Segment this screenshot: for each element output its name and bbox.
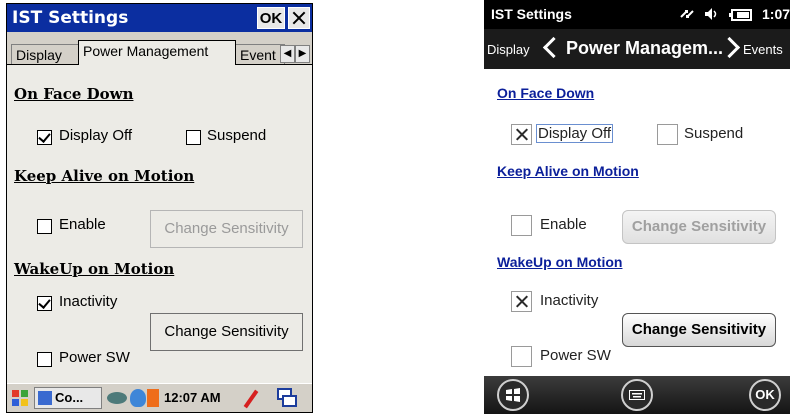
ok-button[interactable]: OK — [257, 7, 285, 29]
section-on-face-down: On Face Down — [14, 85, 134, 103]
app-icon — [38, 391, 52, 405]
inactivity-label: Inactivity — [540, 292, 599, 309]
section-on-face-down: On Face Down — [497, 85, 595, 101]
start-flag-icon[interactable] — [10, 388, 30, 408]
enable-checkbox[interactable] — [511, 215, 532, 236]
enable-label: Enable — [59, 216, 106, 233]
taskbar: Co... 12:07 AM — [7, 383, 312, 412]
tab-events[interactable]: Events — [743, 42, 783, 57]
scroll-right-icon[interactable]: ▶ — [295, 45, 310, 63]
suspend-checkbox[interactable] — [186, 130, 201, 145]
taskbar-app-button[interactable]: Co... — [34, 387, 102, 409]
ce-settings-window: IST Settings OK Display Power Management… — [6, 3, 313, 413]
status-clock: 1:07 — [762, 6, 790, 22]
power-sw-label: Power SW — [540, 347, 611, 364]
status-bar: IST Settings 1:07 — [484, 0, 790, 29]
change-sensitivity-keep-alive-button[interactable]: Change Sensitivity — [150, 210, 303, 248]
tab-power-management[interactable]: Power Management — [78, 40, 236, 65]
inactivity-checkbox[interactable] — [37, 296, 52, 311]
display-off-checkbox[interactable] — [37, 130, 52, 145]
data-connection-icon — [679, 7, 695, 21]
battery-power-icon[interactable] — [147, 389, 159, 407]
suspend-label: Suspend — [684, 125, 744, 142]
tab-display[interactable]: Display — [487, 42, 530, 57]
connection-icon[interactable] — [107, 392, 127, 404]
volume-icon — [704, 7, 720, 21]
section-keep-alive-on-motion: Keep Alive on Motion — [497, 163, 639, 179]
section-wakeup-on-motion: WakeUp on Motion — [497, 254, 623, 270]
change-sensitivity-wakeup-button[interactable]: Change Sensitivity — [150, 313, 303, 351]
display-off-label: Display Off — [59, 127, 133, 144]
close-icon[interactable] — [288, 7, 310, 29]
taskbar-clock[interactable]: 12:07 AM — [164, 390, 221, 405]
tab-power-management: Power Managem... — [566, 38, 724, 58]
section-wakeup-on-motion: WakeUp on Motion — [14, 260, 175, 278]
title-bar: IST Settings OK — [7, 4, 312, 32]
change-sensitivity-keep-alive-button[interactable]: Change Sensitivity — [622, 210, 776, 244]
desktop-windows-icon[interactable] — [277, 388, 297, 408]
enable-checkbox[interactable] — [37, 219, 52, 234]
display-off-checkbox[interactable] — [511, 124, 532, 145]
pen-input-icon[interactable] — [243, 389, 259, 409]
suspend-checkbox[interactable] — [657, 124, 678, 145]
inactivity-label: Inactivity — [59, 293, 118, 310]
taskbar-app-label: Co... — [55, 390, 84, 405]
wm-settings-screen: IST Settings 1:07 Display Power Managem.… — [484, 0, 790, 414]
soft-key-bar: OK — [484, 376, 790, 414]
suspend-label: Suspend — [207, 127, 267, 144]
power-sw-label: Power SW — [59, 349, 130, 366]
start-windows-icon[interactable] — [497, 379, 529, 411]
chevron-left-icon[interactable] — [542, 36, 565, 59]
network-icon[interactable] — [130, 389, 146, 407]
ok-softkey-button[interactable]: OK — [749, 379, 781, 411]
inactivity-checkbox[interactable] — [511, 291, 532, 312]
scroll-left-icon[interactable]: ◀ — [280, 45, 295, 63]
status-title: IST Settings — [491, 6, 572, 22]
window-title: IST Settings — [12, 8, 129, 28]
tab-strip: Display Power Management Event ◀ ▶ — [7, 40, 312, 65]
power-management-panel: On Face Down Display Off Suspend Keep Al… — [7, 64, 312, 383]
tab-display[interactable]: Display — [11, 44, 80, 64]
battery-icon — [729, 8, 753, 21]
tab-navigation: Display Power Managem... Events — [484, 29, 790, 69]
power-sw-checkbox[interactable] — [511, 346, 532, 367]
enable-label: Enable — [540, 216, 587, 233]
change-sensitivity-wakeup-button[interactable]: Change Sensitivity — [622, 313, 776, 347]
section-keep-alive-on-motion: Keep Alive on Motion — [14, 167, 195, 185]
tab-event[interactable]: Event — [235, 44, 285, 64]
keyboard-icon[interactable] — [621, 379, 653, 411]
power-sw-checkbox[interactable] — [37, 352, 52, 367]
display-off-label: Display Off — [536, 124, 614, 143]
